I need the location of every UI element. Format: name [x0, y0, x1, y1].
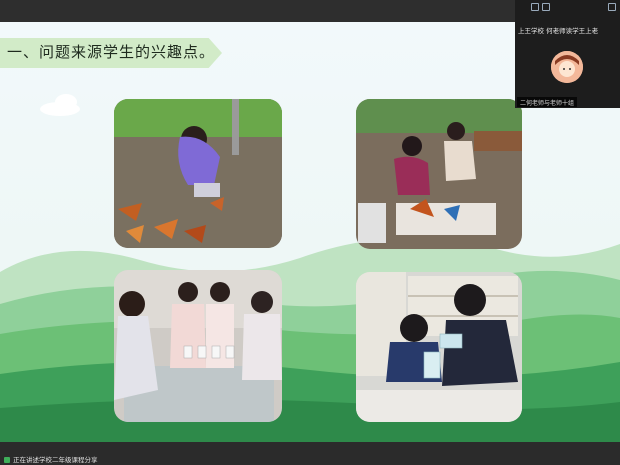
- status-label: 正在讲述学校二年级课程分享: [13, 456, 98, 464]
- participant-avatar: [551, 51, 583, 83]
- participant-name: 上王学校 何老师读学王上老: [518, 27, 599, 35]
- boys-pouring-water-photo: [356, 272, 522, 422]
- slide-title: 一、问题来源学生的兴趣点。: [7, 43, 216, 61]
- participant-name-tag: 二何老师与老师十组: [517, 97, 578, 107]
- expand-icon[interactable]: [608, 3, 616, 11]
- grid-icon[interactable]: [542, 3, 550, 11]
- microphone-status-icon: [4, 457, 10, 463]
- students-water-experiment-photo: [114, 270, 282, 422]
- layout-icon[interactable]: [531, 3, 539, 11]
- status-indicator: 正在讲述学校二年级课程分享: [4, 454, 98, 464]
- girls-arranging-leaves-photo: [356, 99, 522, 249]
- girl-collecting-leaves-photo: [114, 99, 282, 248]
